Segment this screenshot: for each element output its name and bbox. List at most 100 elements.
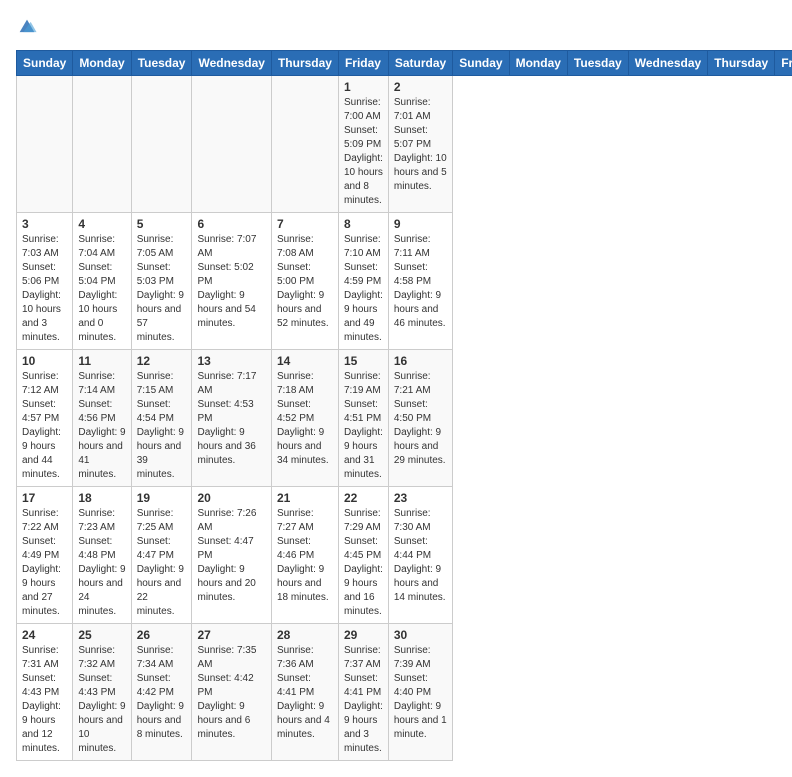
day-number: 15 [344, 354, 383, 368]
day-number: 20 [197, 491, 265, 505]
day-info: Sunrise: 7:32 AM Sunset: 4:43 PM Dayligh… [78, 644, 125, 756]
col-header-thursday: Thursday [708, 51, 775, 76]
calendar-cell: 9Sunrise: 7:11 AM Sunset: 4:58 PM Daylig… [388, 213, 452, 350]
page-header [16, 16, 776, 38]
calendar-cell: 17 Sunrise: 7:22 AM Sunset: 4:49 PM Dayli… [17, 487, 73, 624]
day-info: Sunrise: 7:22 AM Sunset: 4:49 PM Dayligh… [22, 507, 67, 619]
calendar-cell: 30 Sunrise: 7:39 AM Sunset: 4:40 PM Dayli… [388, 624, 452, 761]
day-info: Sunrise: 7:12 AM Sunset: 4:57 PM Dayligh… [22, 370, 67, 482]
day-info: Sunrise: 7:37 AM Sunset: 4:41 PM Dayligh… [344, 644, 383, 756]
calendar-cell: 3 Sunrise: 7:03 AM Sunset: 5:06 PM Daylig… [17, 213, 73, 350]
col-header-tuesday: Tuesday [567, 51, 628, 76]
day-number: 14 [277, 354, 333, 368]
day-info: Sunrise: 7:36 AM Sunset: 4:41 PM Dayligh… [277, 644, 333, 742]
calendar-cell [131, 76, 192, 213]
calendar-cell [17, 76, 73, 213]
calendar-cell: 23Sunrise: 7:30 AM Sunset: 4:44 PM Dayli… [388, 487, 452, 624]
week-row-4: 17 Sunrise: 7:22 AM Sunset: 4:49 PM Dayli… [17, 487, 792, 624]
day-info: Sunrise: 7:18 AM Sunset: 4:52 PM Dayligh… [277, 370, 333, 468]
calendar-cell: 25 Sunrise: 7:32 AM Sunset: 4:43 PM Dayli… [73, 624, 131, 761]
day-number: 7 [277, 217, 333, 231]
calendar-cell: 2 Sunrise: 7:01 AM Sunset: 5:07 PM Daylig… [388, 76, 452, 213]
day-number: 11 [78, 354, 125, 368]
calendar-cell: 28 Sunrise: 7:36 AM Sunset: 4:41 PM Dayli… [271, 624, 338, 761]
week-row-2: 3 Sunrise: 7:03 AM Sunset: 5:06 PM Daylig… [17, 213, 792, 350]
header-tuesday: Tuesday [131, 51, 192, 76]
day-info: Sunrise: 7:35 AM Sunset: 4:42 PM Dayligh… [197, 644, 265, 742]
day-info: Sunrise: 7:11 AM Sunset: 4:58 PM Dayligh… [394, 233, 447, 331]
day-info: Sunrise: 7:39 AM Sunset: 4:40 PM Dayligh… [394, 644, 447, 742]
week-row-1: 1Sunrise: 7:00 AM Sunset: 5:09 PM Daylig… [17, 76, 792, 213]
day-number: 8 [344, 217, 383, 231]
day-number: 16 [394, 354, 447, 368]
day-info: Sunrise: 7:17 AM Sunset: 4:53 PM Dayligh… [197, 370, 265, 468]
day-info: Sunrise: 7:07 AM Sunset: 5:02 PM Dayligh… [197, 233, 265, 331]
day-info: Sunrise: 7:26 AM Sunset: 4:47 PM Dayligh… [197, 507, 265, 605]
header-friday: Friday [338, 51, 388, 76]
calendar-table: SundayMondayTuesdayWednesdayThursdayFrid… [16, 50, 792, 761]
day-info: Sunrise: 7:05 AM Sunset: 5:03 PM Dayligh… [137, 233, 187, 345]
calendar-cell: 12 Sunrise: 7:15 AM Sunset: 4:54 PM Dayli… [131, 350, 192, 487]
calendar-cell: 16 Sunrise: 7:21 AM Sunset: 4:50 PM Dayli… [388, 350, 452, 487]
header-sunday: Sunday [17, 51, 73, 76]
header-thursday: Thursday [271, 51, 338, 76]
day-info: Sunrise: 7:08 AM Sunset: 5:00 PM Dayligh… [277, 233, 333, 331]
week-row-5: 24 Sunrise: 7:31 AM Sunset: 4:43 PM Dayli… [17, 624, 792, 761]
day-info: Sunrise: 7:15 AM Sunset: 4:54 PM Dayligh… [137, 370, 187, 482]
week-row-3: 10 Sunrise: 7:12 AM Sunset: 4:57 PM Dayli… [17, 350, 792, 487]
day-info: Sunrise: 7:21 AM Sunset: 4:50 PM Dayligh… [394, 370, 447, 468]
day-number: 24 [22, 628, 67, 642]
calendar-header-row: SundayMondayTuesdayWednesdayThursdayFrid… [17, 51, 792, 76]
day-number: 10 [22, 354, 67, 368]
day-info: Sunrise: 7:27 AM Sunset: 4:46 PM Dayligh… [277, 507, 333, 605]
calendar-cell: 20 Sunrise: 7:26 AM Sunset: 4:47 PM Dayli… [192, 487, 271, 624]
day-number: 29 [344, 628, 383, 642]
day-number: 26 [137, 628, 187, 642]
day-number: 27 [197, 628, 265, 642]
calendar-cell: 1Sunrise: 7:00 AM Sunset: 5:09 PM Daylig… [338, 76, 388, 213]
day-info: Sunrise: 7:30 AM Sunset: 4:44 PM Dayligh… [394, 507, 447, 605]
day-info: Sunrise: 7:19 AM Sunset: 4:51 PM Dayligh… [344, 370, 383, 482]
logo-icon [16, 16, 38, 38]
calendar-cell: 27 Sunrise: 7:35 AM Sunset: 4:42 PM Dayli… [192, 624, 271, 761]
day-number: 1 [344, 80, 383, 94]
day-info: Sunrise: 7:04 AM Sunset: 5:04 PM Dayligh… [78, 233, 125, 345]
calendar-cell: 6 Sunrise: 7:07 AM Sunset: 5:02 PM Daylig… [192, 213, 271, 350]
day-number: 4 [78, 217, 125, 231]
calendar-cell: 19Sunrise: 7:25 AM Sunset: 4:47 PM Dayli… [131, 487, 192, 624]
day-info: Sunrise: 7:01 AM Sunset: 5:07 PM Dayligh… [394, 96, 447, 194]
day-number: 28 [277, 628, 333, 642]
header-wednesday: Wednesday [192, 51, 271, 76]
col-header-monday: Monday [509, 51, 567, 76]
day-number: 30 [394, 628, 447, 642]
day-number: 6 [197, 217, 265, 231]
day-number: 2 [394, 80, 447, 94]
col-header-sunday: Sunday [453, 51, 509, 76]
header-saturday: Saturday [388, 51, 452, 76]
day-number: 17 [22, 491, 67, 505]
logo [16, 16, 42, 38]
calendar-cell: 22Sunrise: 7:29 AM Sunset: 4:45 PM Dayli… [338, 487, 388, 624]
calendar-cell: 24 Sunrise: 7:31 AM Sunset: 4:43 PM Dayli… [17, 624, 73, 761]
day-info: Sunrise: 7:14 AM Sunset: 4:56 PM Dayligh… [78, 370, 125, 482]
day-info: Sunrise: 7:25 AM Sunset: 4:47 PM Dayligh… [137, 507, 187, 619]
calendar-cell: 26 Sunrise: 7:34 AM Sunset: 4:42 PM Dayli… [131, 624, 192, 761]
calendar-cell: 14 Sunrise: 7:18 AM Sunset: 4:52 PM Dayli… [271, 350, 338, 487]
day-number: 13 [197, 354, 265, 368]
header-monday: Monday [73, 51, 131, 76]
day-info: Sunrise: 7:34 AM Sunset: 4:42 PM Dayligh… [137, 644, 187, 742]
day-info: Sunrise: 7:31 AM Sunset: 4:43 PM Dayligh… [22, 644, 67, 756]
day-info: Sunrise: 7:03 AM Sunset: 5:06 PM Dayligh… [22, 233, 67, 345]
calendar-cell: 8 Sunrise: 7:10 AM Sunset: 4:59 PM Daylig… [338, 213, 388, 350]
day-number: 3 [22, 217, 67, 231]
calendar-cell: 29 Sunrise: 7:37 AM Sunset: 4:41 PM Dayli… [338, 624, 388, 761]
day-number: 25 [78, 628, 125, 642]
day-info: Sunrise: 7:10 AM Sunset: 4:59 PM Dayligh… [344, 233, 383, 345]
day-info: Sunrise: 7:23 AM Sunset: 4:48 PM Dayligh… [78, 507, 125, 619]
calendar-cell [192, 76, 271, 213]
day-number: 5 [137, 217, 187, 231]
calendar-cell: 7 Sunrise: 7:08 AM Sunset: 5:00 PM Daylig… [271, 213, 338, 350]
calendar-cell: 10 Sunrise: 7:12 AM Sunset: 4:57 PM Dayli… [17, 350, 73, 487]
calendar-cell: 11 Sunrise: 7:14 AM Sunset: 4:56 PM Dayli… [73, 350, 131, 487]
day-number: 12 [137, 354, 187, 368]
